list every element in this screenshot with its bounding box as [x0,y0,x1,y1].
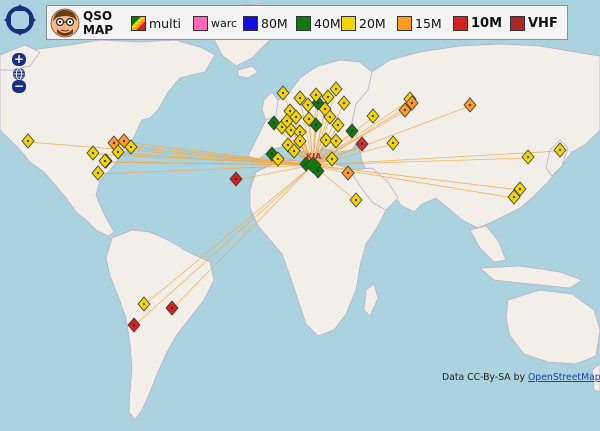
legend-80m[interactable]: 80M [243,15,288,32]
title-line-2: MAP [83,23,114,37]
page-title: QSO MAP [83,9,113,37]
legend-10m-label: 10M [471,16,503,31]
legend-warc-swatch [193,16,208,31]
zoom-in-button[interactable]: + [12,53,26,66]
zoom-out-button[interactable]: − [12,80,26,93]
legend-multi-label: multi [149,16,181,31]
legend-vhf-label: VHF [528,16,558,31]
legend-40m-swatch [296,16,311,31]
legend-10m[interactable]: 10M [453,15,502,32]
home-station[interactable]: KJA [306,152,322,161]
home-callsign-label: KJA [306,152,322,161]
legend-80m-label: 80M [261,16,288,31]
legend-warc[interactable]: warc [193,15,237,32]
zoom-control: + − [12,53,26,93]
pan-ring [6,6,34,34]
legend-20m[interactable]: 20M [341,15,386,32]
legend-panel: QSO MAP multi warc 80M 40M 20M 15M 10M VHF [46,5,568,40]
openstreetmap-link[interactable]: OpenStreetMap [528,372,600,383]
legend-20m-swatch [341,16,356,31]
legend-40m[interactable]: 40M [296,15,341,32]
legend-20m-label: 20M [359,16,386,31]
legend-40m-label: 40M [314,16,341,31]
legend-multi[interactable]: multi [131,15,181,32]
map-canvas[interactable]: KJA [0,0,600,431]
legend-15m[interactable]: 15M [397,15,442,32]
title-line-1: QSO [83,9,113,23]
legend-vhf[interactable]: VHF [510,15,558,32]
legend-multi-swatch [131,16,146,31]
map-attribution: Data CC-By-SA by OpenStreetMap [442,372,600,383]
pan-control[interactable] [3,3,37,37]
legend-15m-label: 15M [415,16,442,31]
attribution-text: Data CC-By-SA by [442,372,528,383]
legend-80m-swatch [243,16,258,31]
legend-10m-swatch [453,16,468,31]
world-map[interactable]: KJA [0,0,600,431]
avatar-icon [50,8,80,38]
globe-icon[interactable] [12,66,26,80]
legend-vhf-swatch [510,16,525,31]
legend-15m-swatch [397,16,412,31]
legend-warc-label: warc [211,17,238,30]
